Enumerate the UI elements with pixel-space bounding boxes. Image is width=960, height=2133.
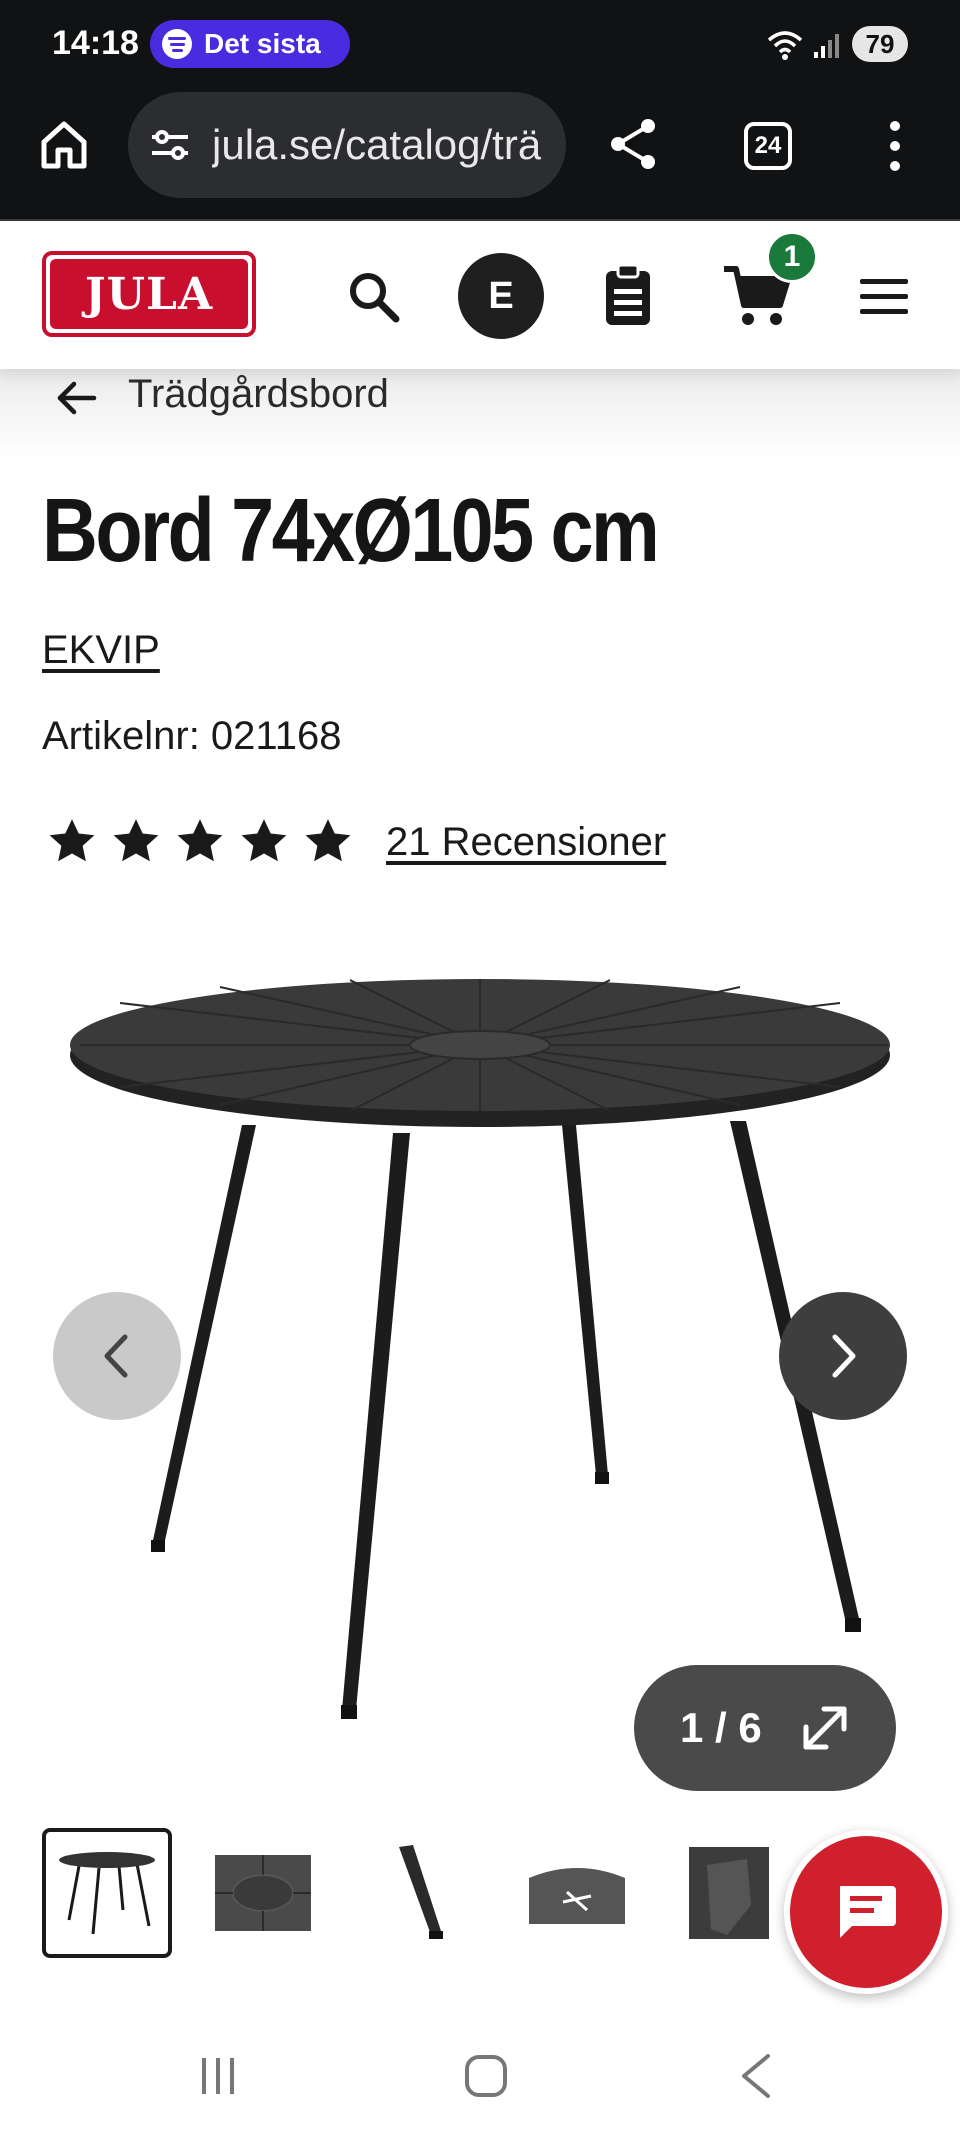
site-header: JULA E 1	[0, 223, 960, 369]
star-icon	[241, 819, 287, 862]
thumb-mount-image	[689, 1847, 769, 1939]
chevron-left-icon	[104, 1334, 128, 1378]
back-arrow-icon[interactable]	[54, 376, 98, 420]
thumbnail-3[interactable]	[356, 1828, 486, 1958]
thumbnail-1[interactable]	[42, 1828, 172, 1958]
star-icon	[177, 819, 223, 862]
previous-image-button[interactable]	[53, 1292, 181, 1420]
media-label: Det sista	[204, 28, 321, 59]
chat-icon	[840, 1886, 896, 1938]
tab-switcher-button[interactable]: 24	[744, 122, 792, 170]
article-number: Artikelnr: 021168	[42, 714, 342, 758]
breadcrumb[interactable]: Trädgårdsbord	[128, 372, 389, 417]
spotify-icon	[162, 29, 192, 59]
site-settings-icon[interactable]	[148, 123, 192, 167]
shopping-list-icon[interactable]	[602, 263, 654, 327]
star-icon	[49, 819, 95, 862]
battery-indicator: 79	[852, 26, 908, 62]
system-nav-bar	[0, 2010, 960, 2133]
thumbnail-strip	[42, 1828, 772, 1958]
signal-icon	[814, 34, 839, 58]
thumb-tabletop-image	[215, 1855, 311, 1931]
wifi-icon	[767, 31, 803, 60]
back-nav-icon[interactable]	[738, 2052, 774, 2100]
share-icon[interactable]	[606, 116, 662, 172]
image-counter: 1 / 6	[680, 1704, 762, 1751]
image-counter-button[interactable]: 1 / 6	[634, 1665, 896, 1791]
brand-link[interactable]: EKVIP	[42, 628, 160, 673]
status-bar: 14:18 Det sista 79	[0, 0, 960, 88]
thumb-leg-image	[399, 1845, 443, 1939]
status-time: 14:18	[52, 24, 139, 62]
product-image[interactable]	[60, 975, 900, 1735]
url-field[interactable]: jula.se/catalog/trä	[128, 92, 566, 198]
thumbnail-4[interactable]	[512, 1828, 642, 1958]
browser-toolbar: jula.se/catalog/trä 24	[0, 88, 960, 221]
page-title: Bord 74xØ105 cm	[42, 481, 660, 581]
logo-text: JULA	[50, 259, 248, 329]
account-button[interactable]: E	[458, 253, 544, 339]
thumbnail-5[interactable]	[664, 1828, 794, 1958]
star-icon	[113, 819, 159, 862]
cart-count-badge: 1	[766, 231, 818, 283]
chevron-right-icon	[832, 1334, 856, 1378]
thumb-underside-image	[529, 1868, 625, 1924]
thumb-table-image	[59, 1852, 155, 1935]
menu-icon[interactable]	[858, 275, 910, 319]
recent-apps-icon[interactable]	[196, 2054, 240, 2098]
search-icon[interactable]	[344, 267, 404, 327]
media-pill[interactable]: Det sista	[150, 20, 350, 68]
more-options-icon[interactable]	[880, 118, 910, 174]
star-icon	[305, 819, 351, 862]
home-nav-icon[interactable]	[462, 2052, 510, 2100]
thumbnail-2[interactable]	[198, 1828, 328, 1958]
chat-button[interactable]	[784, 1830, 948, 1994]
next-image-button[interactable]	[779, 1292, 907, 1420]
url-text: jula.se/catalog/trä	[212, 121, 542, 168]
rating-row[interactable]: 21 Recensioner	[46, 816, 666, 868]
reviews-link[interactable]: 21 Recensioner	[386, 820, 666, 865]
expand-icon	[803, 1706, 847, 1750]
jula-logo[interactable]: JULA	[42, 251, 256, 337]
home-icon[interactable]	[36, 116, 92, 172]
